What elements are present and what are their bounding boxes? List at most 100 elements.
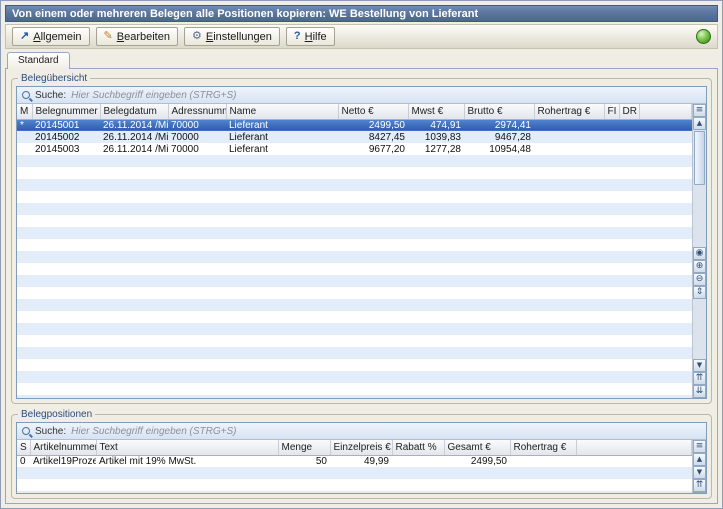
zoom-in-icon[interactable]: ⊕	[693, 260, 706, 273]
beleguebersicht-search-field[interactable]: Suche: Hier Suchbegriff eingeben (STRG+S…	[17, 87, 706, 104]
einstellungen-menu-button[interactable]: ⚙ Einstellungen	[184, 27, 280, 46]
col-header-dr[interactable]: DR	[619, 104, 639, 119]
toolbar: ↗ Allgemein ✎ Bearbeiten ⚙ Einstellungen…	[5, 24, 718, 49]
col-header-einzelpreis[interactable]: Einzelpreis €	[330, 440, 392, 455]
search-placeholder: Hier Suchbegriff eingeben (STRG+S)	[71, 426, 236, 437]
gear-icon: ⚙	[192, 31, 202, 42]
page-down-button[interactable]: ⇊	[693, 385, 706, 398]
col-header-m[interactable]: M	[17, 104, 32, 119]
col-header-name[interactable]: Name	[226, 104, 338, 119]
search-placeholder: Hier Suchbegriff eingeben (STRG+S)	[71, 90, 236, 101]
col-header-rohertrag[interactable]: Rohertrag €	[510, 440, 576, 455]
zoom-out-icon[interactable]: ⊖	[693, 273, 706, 286]
einstellungen-label: Einstellungen	[206, 31, 272, 43]
table-empty-row[interactable]	[17, 395, 692, 398]
table-empty-row[interactable]	[17, 371, 692, 383]
table-empty-row[interactable]	[17, 335, 692, 347]
table-header-row: S Artikelnummer Text Menge Einzelpreis €…	[17, 440, 692, 455]
table-empty-row[interactable]	[17, 191, 692, 203]
col-header-adressnummer[interactable]: Adressnumm	[168, 104, 226, 119]
table-empty-row[interactable]	[17, 323, 692, 335]
table-row[interactable]: 0Artikel19ProzentArtikel mit 19% MwSt.50…	[17, 455, 692, 467]
table-empty-row[interactable]	[17, 167, 692, 179]
col-header-rabatt[interactable]: Rabatt %	[392, 440, 444, 455]
table-empty-row[interactable]	[17, 383, 692, 395]
beleguebersicht-group-label: Belegübersicht	[18, 73, 90, 84]
table-empty-row[interactable]	[17, 275, 692, 287]
positionen-table: S Artikelnummer Text Menge Einzelpreis €…	[17, 440, 692, 493]
scroll-down-button[interactable]: ▼	[693, 466, 706, 479]
col-header-menge[interactable]: Menge	[278, 440, 330, 455]
col-header-gesamt[interactable]: Gesamt €	[444, 440, 510, 455]
table-empty-row[interactable]	[17, 287, 692, 299]
tab-standard[interactable]: Standard	[7, 52, 70, 69]
column-options-button[interactable]: ≡	[693, 440, 706, 453]
col-header-netto[interactable]: Netto €	[338, 104, 408, 119]
table-empty-row[interactable]	[17, 491, 692, 493]
belegpositionen-group-label: Belegpositionen	[18, 409, 95, 420]
beleguebersicht-groupbox: Belegübersicht Suche: Hier Suchbegriff e…	[11, 73, 712, 404]
globe-icon[interactable]	[696, 29, 711, 44]
col-header-brutto[interactable]: Brutto €	[464, 104, 534, 119]
scroll-up-button[interactable]: ▲	[693, 117, 706, 130]
grid-tool-mark-button[interactable]: ◉	[693, 247, 706, 260]
col-header-artikelnummer[interactable]: Artikelnummer	[30, 440, 96, 455]
col-header-text[interactable]: Text	[96, 440, 278, 455]
col-header-fi[interactable]: FI	[604, 104, 619, 119]
allgemein-label: Allgemein	[33, 31, 81, 43]
beleguebersicht-grid-body: M Belegnummer Belegdatum Adressnumm Name…	[17, 104, 706, 398]
table-row[interactable]: 2014500326.11.2014 /Mi70000Lieferant9677…	[17, 143, 692, 155]
page-up-button[interactable]: ⇈	[693, 479, 706, 492]
table-empty-row[interactable]	[17, 215, 692, 227]
table-header-row: M Belegnummer Belegdatum Adressnumm Name…	[17, 104, 692, 119]
col-header-rohertrag[interactable]: Rohertrag €	[534, 104, 604, 119]
table-empty-row[interactable]	[17, 179, 692, 191]
content-panel: Belegübersicht Suche: Hier Suchbegriff e…	[5, 68, 718, 504]
page-down-button[interactable]: ⇊	[693, 492, 706, 493]
column-options-button[interactable]: ≡	[693, 104, 706, 117]
page-up-button[interactable]: ⇈	[693, 372, 706, 385]
col-header-belegnummer[interactable]: Belegnummer	[32, 104, 100, 119]
search-icon	[22, 427, 30, 435]
table-empty-row[interactable]	[17, 203, 692, 215]
pencil-icon: ✎	[104, 31, 113, 42]
col-header-filler	[639, 104, 692, 119]
table-empty-row[interactable]	[17, 299, 692, 311]
col-header-mwst[interactable]: Mwst €	[408, 104, 464, 119]
scrollbar-track-lower[interactable]	[693, 299, 706, 360]
table-empty-row[interactable]	[17, 263, 692, 275]
titlebar: Von einem oder mehreren Belegen alle Pos…	[5, 5, 718, 22]
arrow-icon: ↗	[20, 31, 29, 42]
scroll-down-button[interactable]: ▼	[693, 359, 706, 372]
table-empty-row[interactable]	[17, 239, 692, 251]
belegpositionen-search-field[interactable]: Suche: Hier Suchbegriff eingeben (STRG+S…	[17, 423, 706, 440]
scrollbar-track[interactable]	[693, 130, 706, 247]
belegpositionen-groupbox: Belegpositionen Suche: Hier Suchbegriff …	[11, 409, 712, 499]
hilfe-label: Hilfe	[305, 31, 327, 43]
help-icon: ?	[294, 31, 301, 42]
tabstrip: Standard	[5, 51, 718, 68]
table-empty-row[interactable]	[17, 251, 692, 263]
col-header-s[interactable]: S	[17, 440, 30, 455]
bearbeiten-menu-button[interactable]: ✎ Bearbeiten	[96, 27, 178, 46]
bearbeiten-label: Bearbeiten	[117, 31, 170, 43]
table-row[interactable]: 2014500226.11.2014 /Mi70000Lieferant8427…	[17, 131, 692, 143]
scrollbar-thumb[interactable]	[694, 131, 705, 185]
hilfe-menu-button[interactable]: ? Hilfe	[286, 27, 335, 46]
table-empty-row[interactable]	[17, 347, 692, 359]
table-empty-row[interactable]	[17, 479, 692, 491]
col-header-belegdatum[interactable]: Belegdatum	[100, 104, 168, 119]
table-row[interactable]: *2014500126.11.2014 /Mi70000Lieferant249…	[17, 119, 692, 131]
allgemein-menu-button[interactable]: ↗ Allgemein	[12, 27, 90, 46]
search-label: Suche:	[35, 90, 66, 101]
scroll-up-button[interactable]: ▲	[693, 453, 706, 466]
table-empty-row[interactable]	[17, 311, 692, 323]
beleguebersicht-table-area: M Belegnummer Belegdatum Adressnumm Name…	[17, 104, 692, 398]
vertical-scrollbar: ≡ ▲ ▼ ⇈ ⇊	[692, 440, 706, 493]
table-empty-row[interactable]	[17, 155, 692, 167]
table-empty-row[interactable]	[17, 227, 692, 239]
col-header-filler	[576, 440, 692, 455]
expand-rows-icon[interactable]: ⇕	[693, 286, 706, 299]
table-empty-row[interactable]	[17, 359, 692, 371]
table-empty-row[interactable]	[17, 467, 692, 479]
